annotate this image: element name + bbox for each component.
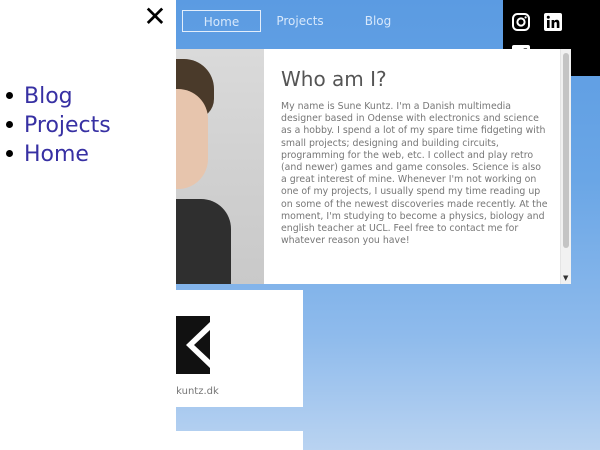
about-scrollbar[interactable]: ▼ xyxy=(560,49,571,284)
about-card: Who am I? My name is Sune Kuntz. I'm a D… xyxy=(176,49,571,284)
scrollbar-thumb[interactable] xyxy=(563,53,569,248)
nav-blog-link[interactable]: Blog xyxy=(362,10,394,32)
project-caption: ekuntz.dk xyxy=(170,386,219,397)
side-menu-link-projects[interactable]: Projects xyxy=(24,113,111,138)
side-menu-link-home[interactable]: Home xyxy=(24,142,89,167)
side-menu: ✕ Blog Projects Home xyxy=(0,0,176,450)
scroll-down-arrow-icon[interactable]: ▼ xyxy=(563,274,568,282)
bullet-icon xyxy=(6,121,13,128)
about-text: My name is Sune Kuntz. I'm a Danish mult… xyxy=(281,101,548,247)
about-title: Who am I? xyxy=(281,67,387,91)
linkedin-icon[interactable] xyxy=(543,12,563,32)
profile-photo xyxy=(176,49,264,284)
close-icon[interactable]: ✕ xyxy=(142,3,168,31)
project-card[interactable]: ekuntz.dk xyxy=(170,290,303,407)
k-logo-icon xyxy=(176,316,210,374)
project-card-2[interactable] xyxy=(176,431,303,450)
instagram-icon[interactable] xyxy=(511,12,531,32)
nav-projects-link[interactable]: Projects xyxy=(270,10,330,32)
bullet-icon xyxy=(6,150,13,157)
side-menu-item-blog[interactable]: Blog xyxy=(6,82,111,111)
nav-home-link[interactable]: Home xyxy=(182,10,261,32)
side-menu-link-blog[interactable]: Blog xyxy=(24,84,73,109)
bullet-icon xyxy=(6,92,13,99)
side-menu-item-projects[interactable]: Projects xyxy=(6,111,111,140)
side-menu-list: Blog Projects Home xyxy=(6,82,111,169)
side-menu-item-home[interactable]: Home xyxy=(6,140,111,169)
